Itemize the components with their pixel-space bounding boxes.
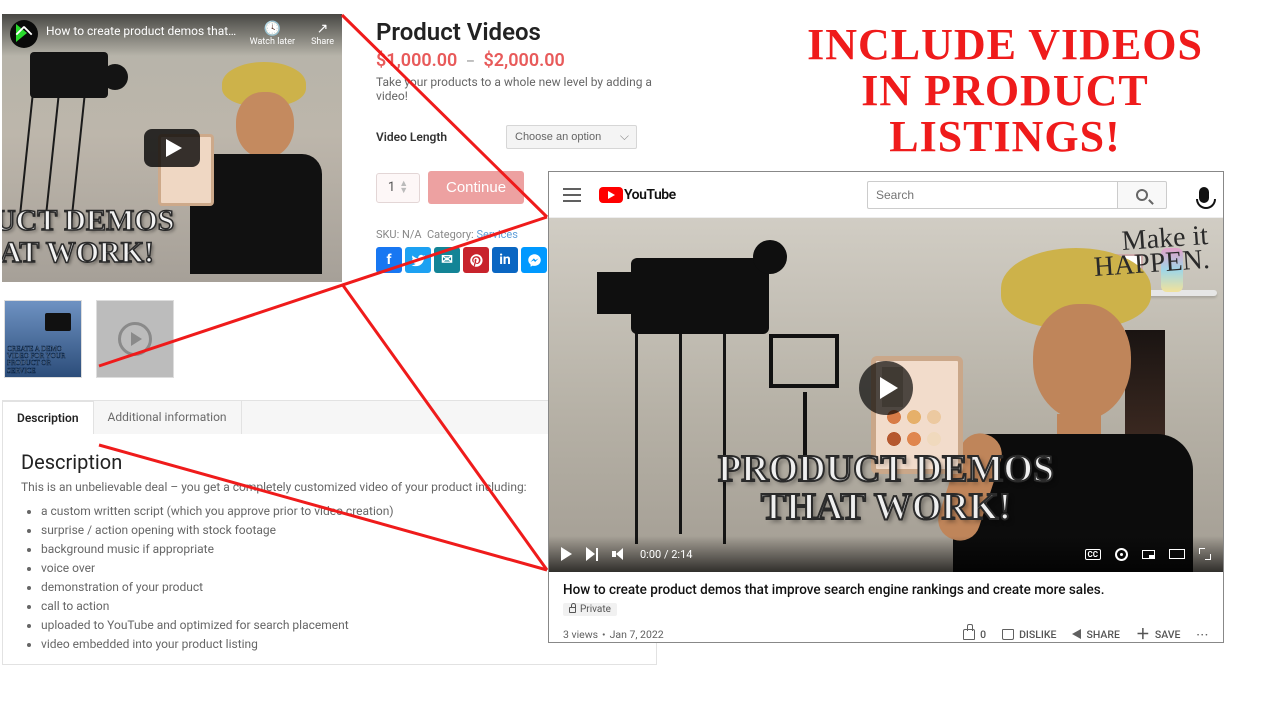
thumbnail-overlay-text: UCT DEMOS AT WORK! bbox=[2, 205, 174, 268]
youtube-share-button[interactable]: SHARE bbox=[1072, 628, 1119, 641]
watch-later-button[interactable]: 🕓 Watch later bbox=[250, 22, 295, 47]
theatre-icon bbox=[1169, 549, 1185, 559]
thumb-down-icon bbox=[1002, 629, 1014, 640]
voice-search-icon[interactable] bbox=[1199, 187, 1209, 203]
price-low: $1,000.00 bbox=[376, 50, 457, 71]
stepper-arrows-icon: ▲▼ bbox=[399, 181, 408, 195]
next-control[interactable] bbox=[586, 547, 598, 561]
youtube-topbar: YouTube bbox=[549, 172, 1223, 218]
captions-button[interactable]: CC bbox=[1085, 549, 1101, 560]
messenger-icon bbox=[527, 253, 542, 268]
center-play-button[interactable] bbox=[859, 361, 913, 415]
email-share-button[interactable]: ✉ bbox=[434, 247, 460, 273]
product-tagline: Take your products to a whole new level … bbox=[376, 75, 662, 103]
facebook-share-button[interactable]: f bbox=[376, 247, 402, 273]
watch-later-label: Watch later bbox=[250, 37, 295, 47]
save-button[interactable]: ＋ SAVE bbox=[1136, 628, 1181, 641]
pinterest-share-button[interactable] bbox=[463, 247, 489, 273]
player-controls: 0:00 / 2:14 CC bbox=[549, 536, 1223, 572]
youtube-wordmark: YouTube bbox=[624, 187, 676, 203]
thumb1-overlay-text: CREATE A DEMO VIDEO FOR YOUR PRODUCT OR … bbox=[7, 346, 79, 375]
upload-date: Jan 7, 2022 bbox=[610, 628, 664, 641]
player-time: 0:00 / 2:14 bbox=[640, 548, 692, 561]
play-control[interactable] bbox=[561, 547, 572, 561]
play-button[interactable] bbox=[144, 129, 200, 167]
hamburger-menu-icon[interactable] bbox=[563, 194, 581, 196]
video-overlay-text: PRODUCT DEMOS THAT WORK! bbox=[718, 450, 1054, 526]
channel-avatar[interactable] bbox=[10, 20, 38, 48]
linkedin-share-button[interactable]: in bbox=[492, 247, 518, 273]
play-circle-icon bbox=[118, 322, 152, 356]
messenger-share-button[interactable] bbox=[521, 247, 547, 273]
view-count: 3 views bbox=[563, 628, 598, 641]
price-high: $2,000.00 bbox=[483, 50, 564, 71]
fullscreen-button[interactable] bbox=[1199, 548, 1211, 560]
fullscreen-icon bbox=[1199, 548, 1211, 560]
theatre-button[interactable] bbox=[1169, 549, 1185, 559]
share-arrow-icon bbox=[1072, 629, 1081, 639]
lock-icon bbox=[569, 607, 576, 613]
share-label: Share bbox=[311, 37, 334, 47]
description-heading: Description bbox=[21, 450, 638, 474]
variation-label: Video Length bbox=[376, 130, 506, 144]
clock-icon: 🕓 bbox=[264, 22, 281, 36]
search-icon bbox=[1136, 189, 1148, 201]
twitter-share-button[interactable] bbox=[405, 247, 431, 273]
miniplayer-button[interactable] bbox=[1142, 550, 1155, 559]
quantity-stepper[interactable]: 1 ▲▼ bbox=[376, 173, 420, 203]
share-button[interactable]: ↗ Share bbox=[311, 22, 334, 47]
continue-button[interactable]: Continue bbox=[428, 171, 524, 204]
gear-icon bbox=[1115, 548, 1128, 561]
embed-video-title[interactable]: How to create product demos that… bbox=[46, 20, 250, 38]
more-actions-button[interactable]: ··· bbox=[1196, 628, 1209, 641]
search-input[interactable] bbox=[867, 181, 1117, 209]
description-intro: This is an unbelievable deal – you get a… bbox=[21, 480, 638, 494]
twitter-icon bbox=[411, 253, 426, 268]
youtube-search bbox=[867, 181, 1167, 209]
plus-icon: ＋ bbox=[1136, 630, 1150, 640]
youtube-play-icon bbox=[599, 187, 623, 203]
category-link[interactable]: Services bbox=[476, 228, 517, 241]
youtube-video-player[interactable]: Make it HAPPEN. PRODUCT DEMOS THAT WORK!… bbox=[549, 218, 1223, 572]
settings-button[interactable] bbox=[1115, 548, 1128, 561]
wall-annotation-text: Make it HAPPEN. bbox=[1092, 224, 1211, 280]
privacy-badge: Private bbox=[563, 603, 617, 616]
pinterest-icon bbox=[469, 253, 484, 268]
gallery-thumb-1[interactable]: CREATE A DEMO VIDEO FOR YOUR PRODUCT OR … bbox=[4, 300, 82, 378]
gallery-thumb-video[interactable] bbox=[96, 300, 174, 378]
youtube-video-title: How to create product demos that improve… bbox=[563, 582, 1209, 598]
tab-description[interactable]: Description bbox=[3, 400, 94, 434]
embedded-video-player[interactable]: How to create product demos that… 🕓 Watc… bbox=[2, 14, 342, 282]
youtube-browser-window: YouTube Make it HAPPEN. PRODUCT DEMOS TH… bbox=[548, 171, 1224, 643]
dislike-button[interactable]: DISLIKE bbox=[1002, 628, 1056, 641]
price-range: $1,000.00 – $2,000.00 bbox=[376, 50, 662, 71]
product-title: Product Videos bbox=[376, 18, 662, 46]
quantity-value: 1 bbox=[388, 180, 395, 195]
description-bullet-list: a custom written script (which you appro… bbox=[21, 504, 638, 651]
tab-additional-information[interactable]: Additional information bbox=[94, 401, 242, 434]
video-length-select[interactable]: Choose an option bbox=[506, 125, 637, 149]
miniplayer-icon bbox=[1142, 550, 1155, 559]
thumb-up-icon bbox=[963, 629, 975, 640]
search-button[interactable] bbox=[1117, 181, 1167, 209]
share-icon: ↗ bbox=[317, 22, 329, 36]
slide-headline: INCLUDE VIDEOS IN PRODUCT LISTINGS! bbox=[760, 22, 1250, 161]
volume-control[interactable] bbox=[612, 548, 626, 560]
like-button[interactable]: 0 bbox=[963, 628, 986, 641]
youtube-logo[interactable]: YouTube bbox=[599, 187, 676, 203]
